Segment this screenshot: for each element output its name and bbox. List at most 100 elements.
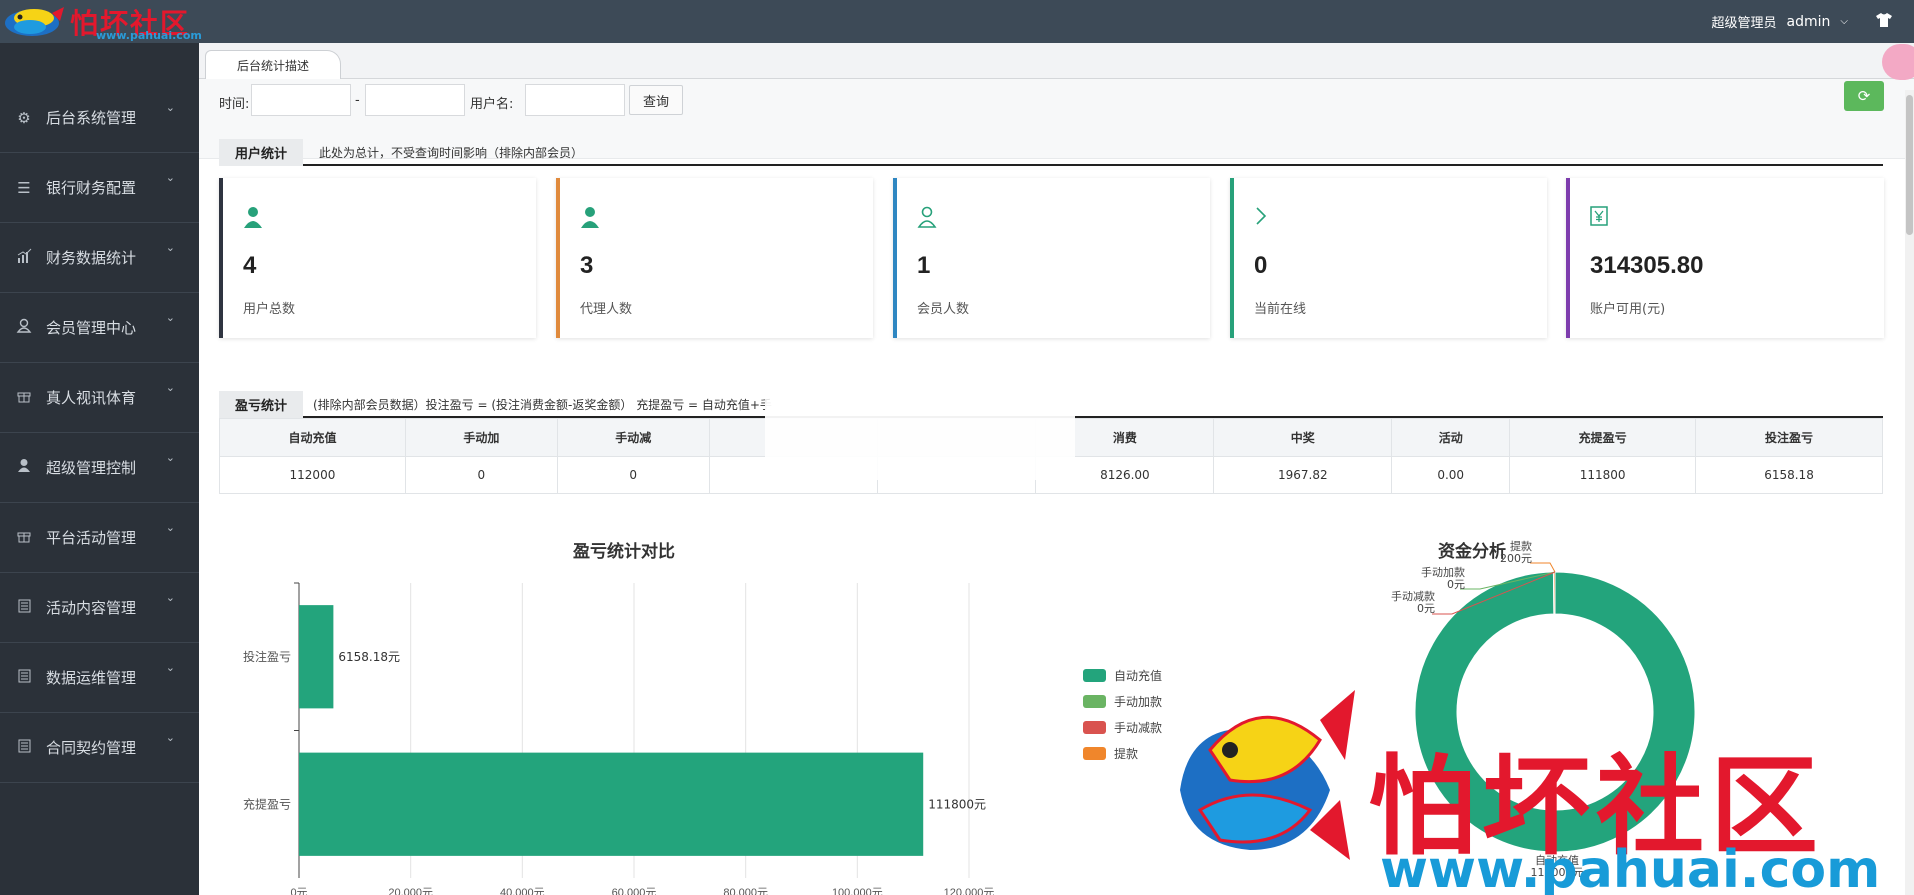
sidebar-item-live-sports[interactable]: 真人视讯体育 ⌄ xyxy=(0,363,199,433)
gift-icon xyxy=(14,389,34,407)
sidebar-item-label: 财务数据统计 xyxy=(46,249,137,267)
stat-label: 会员人数 xyxy=(917,302,970,317)
book-icon xyxy=(14,599,34,617)
top-bar: 怕坏社区 www.pahuai.com 超级管理员 admin ⌵ xyxy=(0,0,1914,43)
sidebar-item-ops[interactable]: 数据运维管理 ⌄ xyxy=(0,643,199,713)
logo-url: www.pahuai.com xyxy=(96,29,202,42)
legend-item[interactable]: 提款 xyxy=(1083,740,1162,766)
legend-swatch xyxy=(1083,694,1106,708)
chevron-down-icon: ⌄ xyxy=(165,241,175,254)
time-start-input[interactable] xyxy=(251,84,351,116)
legend-swatch xyxy=(1083,746,1106,760)
chevron-down-icon: ⌄ xyxy=(165,661,175,674)
page-scrollbar-thumb[interactable] xyxy=(1906,95,1913,235)
site-logo[interactable]: 怕坏社区 www.pahuai.com xyxy=(4,2,294,42)
theme-shirt-icon[interactable] xyxy=(1876,13,1892,31)
stat-card-total-users: 4 用户总数 xyxy=(219,178,536,338)
pie-chart: 提款200元手动加款0元手动减款0元自动充值112000元 xyxy=(1391,539,1696,879)
table-cell: 6158.18 xyxy=(1695,456,1883,494)
stat-label: 代理人数 xyxy=(580,302,633,317)
stat-label: 当前在线 xyxy=(1254,302,1307,317)
pie-label-name: 提款 xyxy=(1510,539,1532,553)
username-label: 用户名: xyxy=(470,97,514,112)
sidebar-item-label: 数据运维管理 xyxy=(46,669,137,687)
sidebar-item-label: 后台系统管理 xyxy=(46,109,137,127)
chevron-down-icon: ⌄ xyxy=(165,731,175,744)
chevron-down-icon: ⌄ xyxy=(165,521,175,534)
bar xyxy=(299,605,334,709)
sidebar-item-finance[interactable]: 财务数据统计 ⌄ xyxy=(0,223,199,293)
chevron-right-icon xyxy=(1254,206,1268,231)
column-header: 手动减 xyxy=(556,418,710,457)
sidebar-item-label: 超级管理控制 xyxy=(46,459,137,477)
table-cell: 0 xyxy=(404,456,558,494)
pie-label-value: 0元 xyxy=(1447,578,1465,591)
stat-card-online: 0 当前在线 xyxy=(1230,178,1547,338)
user-icon xyxy=(14,318,34,337)
user-stats-header: 用户统计 此处为总计，不受查询时间影响（排除内部会员） xyxy=(219,137,1883,166)
sidebar-item-activities[interactable]: 平台活动管理 ⌄ xyxy=(0,503,199,573)
refresh-button[interactable]: ⟳ xyxy=(1844,81,1884,111)
tab-bar: 后台统计描述 xyxy=(199,43,1914,80)
user-role: 超级管理员 xyxy=(1711,16,1777,31)
x-tick-label: 40,000元 xyxy=(500,887,545,895)
book-icon xyxy=(14,669,34,687)
chevron-down-icon: ⌵ xyxy=(1840,16,1848,27)
stat-value: 3 xyxy=(580,252,594,279)
time-end-input[interactable] xyxy=(365,84,465,116)
legend-label: 提款 xyxy=(1114,746,1139,761)
sidebar: ⚙ 后台系统管理 ⌄ ☰ 银行财务配置 ⌄ 财务数据统计 ⌄ 会员管理中心 ⌄ … xyxy=(0,43,199,895)
legend-item[interactable]: 自动充值 xyxy=(1083,662,1162,688)
bar-chart: 0元 20,000元 40,000元 60,000元 80,000元 100,000元 12… xyxy=(243,582,994,895)
sidebar-item-members[interactable]: 会员管理中心 ⌄ xyxy=(0,293,199,363)
column-header: 投注盈亏 xyxy=(1695,418,1883,457)
stat-value: 314305.80 xyxy=(1590,252,1704,279)
sidebar-item-super-admin[interactable]: 超级管理控制 ⌄ xyxy=(0,433,199,503)
sidebar-item-system[interactable]: ⚙ 后台系统管理 ⌄ xyxy=(0,83,199,153)
table-cell: 0 xyxy=(556,456,710,494)
x-tick-label: 100,000元 xyxy=(832,887,883,895)
tab-dashboard-stats[interactable]: 后台统计描述 xyxy=(205,50,341,80)
gift-icon xyxy=(14,529,34,547)
sidebar-item-label: 会员管理中心 xyxy=(46,319,137,337)
stat-card-agents: 3 代理人数 xyxy=(556,178,873,338)
pie-slice xyxy=(1552,571,1556,615)
sidebar-item-label: 平台活动管理 xyxy=(46,529,137,547)
username-input[interactable] xyxy=(525,84,625,116)
obscured-region xyxy=(765,372,1075,480)
pie-label-name: 自动充值 xyxy=(1535,853,1579,867)
stat-card-members: 1 会员人数 xyxy=(893,178,1210,338)
legend-label: 自动充值 xyxy=(1114,668,1163,683)
pie-label-value: 200元 xyxy=(1500,552,1532,565)
query-button[interactable]: 查询 xyxy=(629,85,683,115)
chevron-down-icon: ⌄ xyxy=(165,451,175,464)
column-header: 自动充值 xyxy=(219,418,406,457)
floating-helper-badge[interactable] xyxy=(1882,44,1914,80)
profit-stats-note: (排除内部会员数据）投注盈亏 = (投注消费金额-返奖金额） 充提盈亏 = 自动… xyxy=(313,398,772,412)
sidebar-item-bank[interactable]: ☰ 银行财务配置 ⌄ xyxy=(0,153,199,223)
bar-value-label: 111800元 xyxy=(928,797,986,811)
sidebar-item-content[interactable]: 活动内容管理 ⌄ xyxy=(0,573,199,643)
legend-item[interactable]: 手动加款 xyxy=(1083,688,1162,714)
legend-item[interactable]: 手动减款 xyxy=(1083,714,1162,740)
refresh-icon: ⟳ xyxy=(1857,87,1871,105)
user-menu[interactable]: 超级管理员 admin ⌵ xyxy=(1711,12,1848,32)
sidebar-item-contracts[interactable]: 合同契约管理 ⌄ xyxy=(0,713,199,783)
user-name: admin xyxy=(1786,13,1831,30)
user-outline-icon xyxy=(917,206,937,233)
x-tick-label: 120,000元 xyxy=(944,887,995,895)
pie-label-value: 112000元 xyxy=(1531,866,1584,879)
fish-logo-icon xyxy=(5,7,64,36)
sidebar-item-label: 银行财务配置 xyxy=(46,179,137,197)
bar-value-label: 6158.18元 xyxy=(338,650,400,664)
column-header: 活动 xyxy=(1391,418,1511,457)
pie-label-value: 0元 xyxy=(1417,602,1435,615)
chevron-down-icon: ⌄ xyxy=(165,381,175,394)
stat-label: 账户可用(元) xyxy=(1590,302,1666,317)
legend-label: 手动减款 xyxy=(1114,720,1163,735)
x-tick-label: 60,000元 xyxy=(612,887,657,895)
user-stats-title: 用户统计 xyxy=(219,139,304,166)
column-header: 中奖 xyxy=(1213,418,1393,457)
chevron-down-icon: ⌄ xyxy=(165,101,175,114)
user-solid-icon xyxy=(580,206,600,233)
